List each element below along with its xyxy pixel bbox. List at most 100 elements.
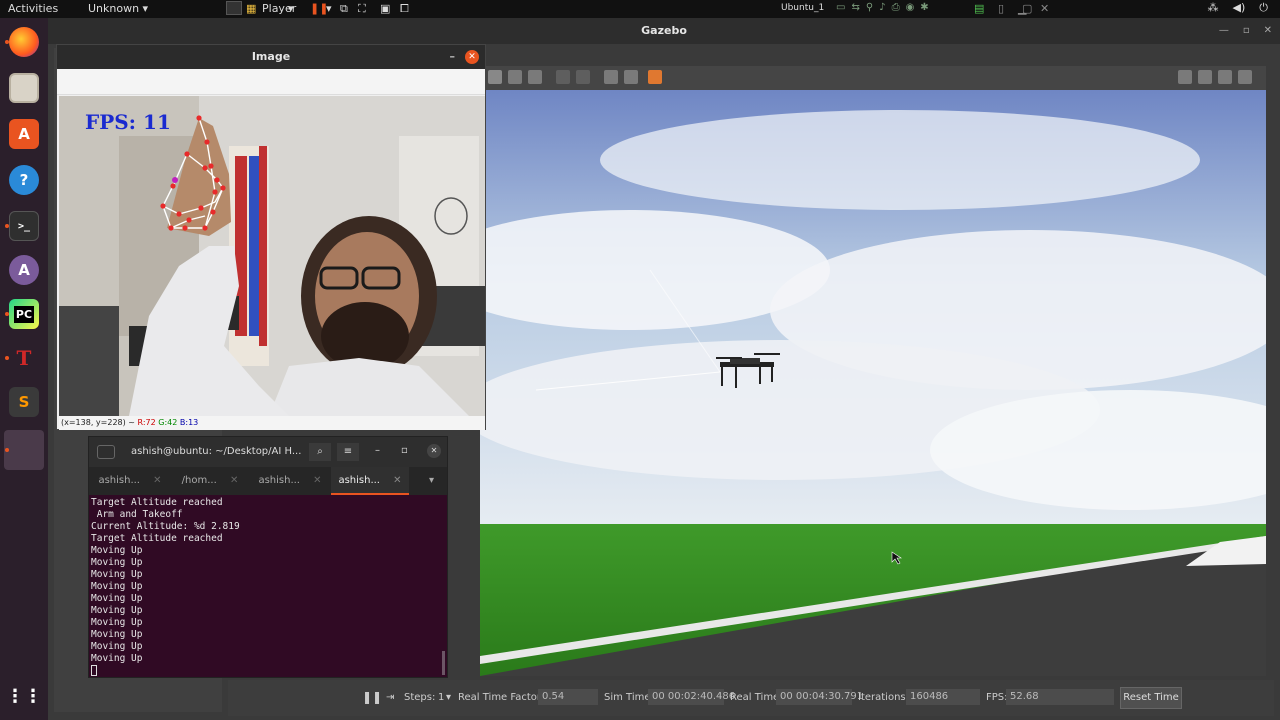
image-window-title: Image (251, 50, 291, 63)
volume-icon[interactable]: ◀) (1233, 1, 1246, 15)
terminal-line: Moving Up (91, 629, 143, 640)
close-icon[interactable]: ✕ (1040, 2, 1049, 15)
close-icon[interactable]: ✕ (1264, 18, 1272, 44)
close-icon[interactable]: ✕ (465, 50, 479, 64)
sublime-icon: S (9, 387, 39, 417)
step-icon[interactable]: ⇥ (386, 692, 394, 703)
pin-icon[interactable] (226, 1, 242, 15)
close-tab-icon: ✕ (393, 475, 402, 486)
minimize-icon[interactable]: – (450, 45, 456, 69)
messages-icon[interactable]: ▤ (974, 2, 984, 15)
top-bar: Activities Unknown ▾ ▦ Player ▾ ❚❚ ▾ ⧉ ⛶… (0, 0, 1280, 18)
camera-icon[interactable]: ◉ (906, 2, 915, 13)
terminal-output[interactable]: Target Altitude reached Arm and Takeoff C… (91, 497, 443, 677)
hamburger-menu-icon[interactable]: ≡ (337, 443, 359, 461)
terminal-line: Moving Up (91, 545, 143, 556)
network-status-icon[interactable]: ⁂ (1208, 1, 1219, 15)
bluetooth-icon[interactable]: ✱ (920, 2, 928, 13)
video-icon[interactable] (1238, 70, 1252, 84)
reset-time-button[interactable]: Reset Time (1120, 687, 1182, 709)
screenshot-icon[interactable] (1178, 70, 1192, 84)
maximize-icon[interactable]: ▫ (401, 445, 408, 456)
send-keys-icon[interactable]: ⧉ (340, 2, 348, 16)
fps-value: 52.68 (1006, 689, 1114, 705)
unity-icon[interactable]: ⧠ (400, 2, 409, 16)
app-menu[interactable]: Unknown ▾ (88, 2, 148, 15)
network-icon[interactable]: ⇆ (851, 2, 859, 13)
power-icon[interactable]: ⏻ (1259, 1, 1268, 15)
terminal-line: Moving Up (91, 617, 143, 628)
vm-device-icons: ▭ ⇆ ⚲ ♪ ⎙ ◉ ✱ (836, 2, 929, 13)
change-view-icon[interactable] (648, 70, 662, 84)
gazebo-window-controls: — ▫ ✕ (1219, 18, 1272, 44)
chevron-down-icon[interactable]: ▾ (288, 2, 294, 15)
show-applications-button[interactable]: ⋮⋮ (4, 676, 44, 716)
help-launcher[interactable]: ? (4, 160, 44, 200)
minimize-icon[interactable]: – (375, 445, 380, 456)
sound-icon[interactable]: ♪ (879, 2, 885, 13)
status-b-value: B:13 (179, 418, 199, 427)
terminal-line: Target Altitude reached (91, 497, 223, 508)
terminal-line: Current Altitude: %d 2.819 (91, 521, 240, 532)
pause-icon[interactable]: ❚❚ (362, 690, 382, 704)
close-icon[interactable]: ✕ (427, 444, 441, 458)
files-icon (9, 73, 39, 103)
terminal-tab[interactable]: /hom... ✕ (171, 467, 249, 495)
webcam-feed[interactable]: FPS: 11 (59, 96, 485, 416)
app-grid-icon: ⋮⋮ (6, 685, 42, 707)
minimize-icon[interactable]: — (1219, 18, 1229, 44)
status-r-value: R:72 (137, 418, 156, 427)
terminal-tab[interactable]: ashish... ✕ (251, 467, 329, 495)
new-tab-icon[interactable] (97, 445, 115, 459)
tab-list-chevron-icon[interactable]: ▾ (429, 475, 434, 486)
sidebar-toggle-icon[interactable]: ▯ (998, 2, 1004, 15)
sublime-launcher[interactable]: S (4, 382, 44, 422)
tex-icon: T (16, 346, 32, 370)
status-g-value: G:42 (158, 418, 178, 427)
maximize-icon[interactable]: ▫ (1243, 18, 1250, 44)
log-icon[interactable] (1198, 70, 1212, 84)
activities-button[interactable]: Activities (8, 2, 58, 15)
printer-icon[interactable]: ⎙ (892, 2, 900, 13)
fullscreen-icon[interactable]: ▣ (380, 2, 390, 15)
spotlight-icon[interactable] (508, 70, 522, 84)
terminal-icon: >_ (9, 211, 39, 241)
tex-launcher[interactable]: T (4, 338, 44, 378)
app-store-launcher[interactable]: A (4, 250, 44, 290)
firefox-launcher[interactable] (4, 22, 44, 62)
terminal-launcher[interactable]: >_ (4, 206, 44, 246)
sim-time-value: 00 00:02:40.486 (648, 689, 735, 705)
usb-icon[interactable]: ⚲ (866, 2, 873, 13)
image-window: Image – ✕ FPS: 11 (x=138, y=228) ~ R:72 … (56, 44, 486, 430)
terminal-tab[interactable]: ashish... ✕ (91, 467, 169, 495)
align-icon[interactable] (604, 70, 618, 84)
restore-icon[interactable]: ▢ (1022, 2, 1032, 15)
status-coords: (x=138, y=228) ~ (61, 418, 138, 427)
terminal-cursor (91, 665, 97, 676)
terminal-scrollbar[interactable] (442, 651, 445, 675)
close-tab-icon: ✕ (229, 475, 239, 486)
hdd-icon[interactable]: ▭ (836, 2, 845, 13)
fit-window-icon[interactable]: ⛶ (358, 2, 366, 16)
terminal-line: Target Altitude reached (91, 533, 223, 544)
gazebo-toolbar (480, 66, 1266, 90)
active-app-launcher[interactable] (4, 430, 44, 470)
snap-icon[interactable] (624, 70, 638, 84)
steps-value[interactable]: 1 (438, 692, 444, 703)
files-launcher[interactable] (4, 68, 44, 108)
copy-icon[interactable] (556, 70, 570, 84)
system-tray: ⁂ ◀) ⏻ (1208, 1, 1268, 15)
sun-icon[interactable] (488, 70, 502, 84)
software-center-launcher[interactable]: A (4, 114, 44, 154)
gazebo-3d-viewport[interactable] (480, 90, 1266, 676)
terminal-tab-active[interactable]: ashish... ✕ (331, 467, 409, 495)
search-icon[interactable]: ⌕ (309, 443, 331, 461)
plot-icon[interactable] (1218, 70, 1232, 84)
paste-icon[interactable] (576, 70, 590, 84)
directional-light-icon[interactable] (528, 70, 542, 84)
chevron-down-icon[interactable]: ▾ (446, 692, 451, 703)
pycharm-launcher[interactable]: PC (4, 294, 44, 334)
iterations-value: 160486 (906, 689, 980, 705)
fps-label: FPS: (986, 692, 1008, 703)
chevron-down-icon[interactable]: ▾ (326, 2, 332, 15)
